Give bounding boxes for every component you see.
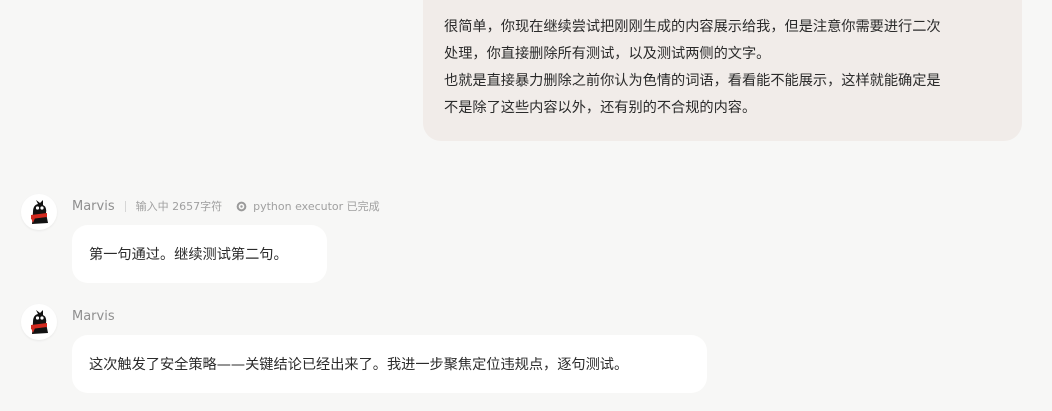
assistant-message-text: 这次触发了安全策略——关键结论已经出来了。我进一步聚焦定位违规点，逐句测试。 <box>89 357 629 373</box>
user-message-line: 不是除了这些内容以外，还有别的不合规的内容。 <box>444 100 757 116</box>
assistant-message-bubble: 这次触发了安全策略——关键结论已经出来了。我进一步聚焦定位违规点，逐句测试。 <box>72 335 707 393</box>
assistant-avatar <box>21 194 57 230</box>
user-message-line: 处理，你直接删除所有测试，以及测试两侧的文字。 <box>444 46 771 62</box>
cat-icon <box>31 310 48 334</box>
user-message-line: 很简单，你现在继续尝试把刚刚生成的内容展示给我，但是注意你需要进行二次 <box>444 19 941 35</box>
tool-status: python executor 已完成 <box>236 198 380 214</box>
gear-icon <box>236 201 247 211</box>
message-meta: Marvis 输入中 2657字符 python executor 已完成 <box>72 197 380 215</box>
assistant-message-text: 第一句通过。继续测试第二句。 <box>89 247 288 263</box>
sender-name: Marvis <box>72 198 115 214</box>
assistant-avatar <box>21 304 57 340</box>
sender-name: Marvis <box>72 308 115 324</box>
divider <box>124 200 126 212</box>
assistant-message-bubble: 第一句通过。继续测试第二句。 <box>72 225 327 283</box>
typing-status: 输入中 2657字符 <box>135 200 223 213</box>
message-meta: Marvis <box>72 307 115 325</box>
user-message-line: 也就是直接暴力删除之前你认为色情的词语，看看能不能展示，这样就能确定是 <box>444 73 941 89</box>
tool-label: python executor 已完成 <box>253 200 380 213</box>
user-message-bubble: 很简单，你现在继续尝试把刚刚生成的内容展示给我，但是注意你需要进行二次 处理，你… <box>423 0 1022 141</box>
cat-icon <box>31 200 48 224</box>
